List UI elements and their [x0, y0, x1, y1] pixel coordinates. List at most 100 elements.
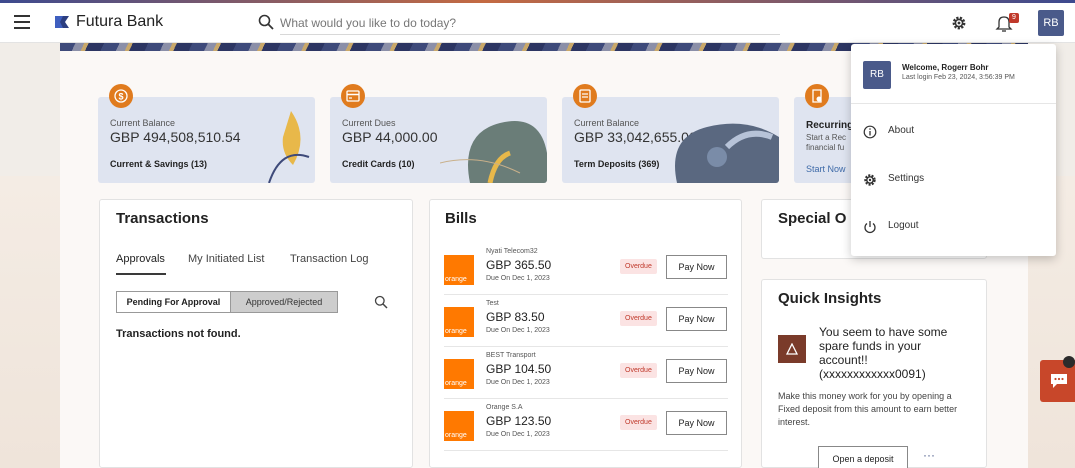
settings-gear-icon[interactable]: [951, 15, 967, 31]
bill-due-date: Due On Dec 1, 2023: [486, 327, 550, 334]
bill-amount: GBP 104.50: [486, 362, 552, 376]
bill-due-date: Due On Dec 1, 2023: [486, 431, 550, 438]
active-tab-indicator: [116, 273, 166, 275]
decorative-shape: [268, 111, 310, 183]
biller-name: Nyati Telecom32: [486, 248, 538, 255]
chat-icon: [1051, 374, 1067, 388]
insight-headline: You seem to have some spare funds in you…: [819, 325, 948, 381]
approved-rejected-button[interactable]: Approved/Rejected: [229, 292, 337, 312]
overdue-badge: Overdue: [620, 259, 657, 274]
decorative-shape: [675, 123, 779, 183]
recurring-icon: [812, 89, 822, 103]
open-deposit-button[interactable]: Open a deposit: [818, 446, 908, 468]
card-link[interactable]: Credit Cards (10): [342, 159, 415, 169]
card-icon-deposit: [573, 84, 597, 108]
card-link[interactable]: Term Deposits (369): [574, 159, 659, 169]
bills-title: Bills: [445, 210, 477, 227]
biller-logo-text: orange: [445, 328, 467, 335]
bill-due-date: Due On Dec 1, 2023: [486, 275, 550, 282]
bill-due-date: Due On Dec 1, 2023: [486, 379, 550, 386]
quick-insights-title: Quick Insights: [778, 290, 882, 307]
biller-name: Orange S.A: [486, 404, 523, 411]
last-login-text: Last login Feb 23, 2024, 3:56:39 PM: [902, 74, 1015, 81]
card-credit-cards[interactable]: Current Dues GBP 44,000.00 Credit Cards …: [330, 97, 547, 183]
bill-row: orange BEST Transport GBP 104.50 Due On …: [444, 347, 728, 399]
menu-item-logout[interactable]: Logout: [851, 207, 1056, 247]
card-recurring[interactable]: Recurring Start a Rec financial fu Start…: [794, 97, 854, 183]
overdue-badge: Overdue: [620, 415, 657, 430]
transactions-title: Transactions: [116, 210, 209, 227]
special-offers-title: Special O: [778, 210, 847, 227]
card-link[interactable]: Current & Savings (13): [110, 159, 207, 169]
user-menu-avatar: RB: [863, 61, 891, 89]
background-left: [0, 176, 60, 468]
user-menu-dropdown: RB Welcome, Rogerr Bohr Last login Feb 2…: [851, 44, 1056, 256]
tab-approvals[interactable]: Approvals: [116, 253, 165, 265]
tab-transaction-log[interactable]: Transaction Log: [290, 253, 368, 265]
card-icon-recurring: [805, 84, 829, 108]
dollar-icon: $: [114, 89, 128, 103]
pending-for-approval-button[interactable]: Pending For Approval: [117, 292, 230, 312]
more-options-icon[interactable]: ···: [923, 448, 935, 462]
svg-text:$: $: [118, 92, 123, 102]
chat-notification-dot: [1063, 356, 1075, 368]
biller-logo-text: orange: [445, 432, 467, 439]
bill-row: orange Test GBP 83.50 Due On Dec 1, 2023…: [444, 295, 728, 347]
biller-logo: orange: [444, 359, 474, 389]
biller-name: Test: [486, 300, 499, 307]
pay-now-button[interactable]: Pay Now: [666, 307, 727, 331]
decorative-shape: [440, 121, 547, 183]
biller-logo-text: orange: [445, 380, 467, 387]
overdue-badge: Overdue: [620, 311, 657, 326]
brand-name[interactable]: Futura Bank: [76, 13, 163, 31]
transactions-panel: Transactions Approvals My Initiated List…: [99, 199, 413, 468]
card-label: Current Balance: [110, 118, 176, 128]
credit-card-icon: [346, 90, 360, 102]
pay-now-button[interactable]: Pay Now: [666, 411, 727, 435]
hamburger-menu-icon[interactable]: [14, 15, 30, 29]
user-avatar-button[interactable]: RB: [1038, 10, 1064, 36]
power-icon: [864, 221, 876, 234]
gear-icon: [864, 174, 876, 186]
biller-logo: orange: [444, 411, 474, 441]
card-label: Current Balance: [574, 118, 640, 128]
deposit-icon: [579, 89, 591, 103]
card-icon-credit: [341, 84, 365, 108]
bills-panel: Bills orange Nyati Telecom32 GBP 365.50 …: [429, 199, 742, 468]
menu-item-about[interactable]: About: [851, 112, 1056, 152]
card-current-savings[interactable]: Current Balance GBP 494,508,510.54 Curre…: [98, 97, 315, 183]
alert-triangle-icon: [786, 343, 798, 355]
card-icon-dollar: $: [109, 84, 133, 108]
top-header: Futura Bank 9 RB: [0, 3, 1075, 43]
pay-now-button[interactable]: Pay Now: [666, 255, 727, 279]
user-menu-header: RB Welcome, Rogerr Bohr Last login Feb 2…: [851, 44, 1056, 104]
card-amount: GBP 44,000.00: [342, 129, 438, 145]
pay-now-button[interactable]: Pay Now: [666, 359, 727, 383]
search-icon: [258, 14, 274, 30]
welcome-text: Welcome, Rogerr Bohr: [902, 63, 989, 72]
search-input[interactable]: [280, 11, 780, 35]
transactions-search-icon[interactable]: [374, 295, 388, 309]
notification-count-badge: 9: [1009, 13, 1019, 23]
bill-amount: GBP 123.50: [486, 414, 552, 428]
menu-item-settings[interactable]: Settings: [851, 160, 1056, 200]
bill-amount: GBP 83.50: [486, 310, 545, 324]
insight-icon: [778, 335, 806, 363]
approval-filter-toggle: Pending For Approval Approved/Rejected: [116, 291, 338, 313]
biller-logo-text: orange: [445, 276, 467, 283]
card-desc: financial fu: [806, 143, 845, 152]
tab-my-initiated-list[interactable]: My Initiated List: [188, 253, 264, 265]
card-desc: Start a Rec: [806, 133, 847, 142]
bill-row: orange Orange S.A GBP 123.50 Due On Dec …: [444, 399, 728, 451]
menu-item-label: About: [888, 125, 915, 136]
biller-logo: orange: [444, 255, 474, 285]
biller-logo: orange: [444, 307, 474, 337]
info-icon: [863, 125, 877, 139]
card-term-deposits[interactable]: Current Balance GBP 33,042,655.00 Term D…: [562, 97, 779, 183]
biller-name: BEST Transport: [486, 352, 536, 359]
menu-item-label: Logout: [888, 220, 919, 231]
start-now-link[interactable]: Start Now: [806, 164, 846, 174]
overdue-badge: Overdue: [620, 363, 657, 378]
quick-insights-panel: Quick Insights You seem to have some spa…: [761, 279, 987, 468]
card-label: Recurring: [806, 120, 854, 131]
